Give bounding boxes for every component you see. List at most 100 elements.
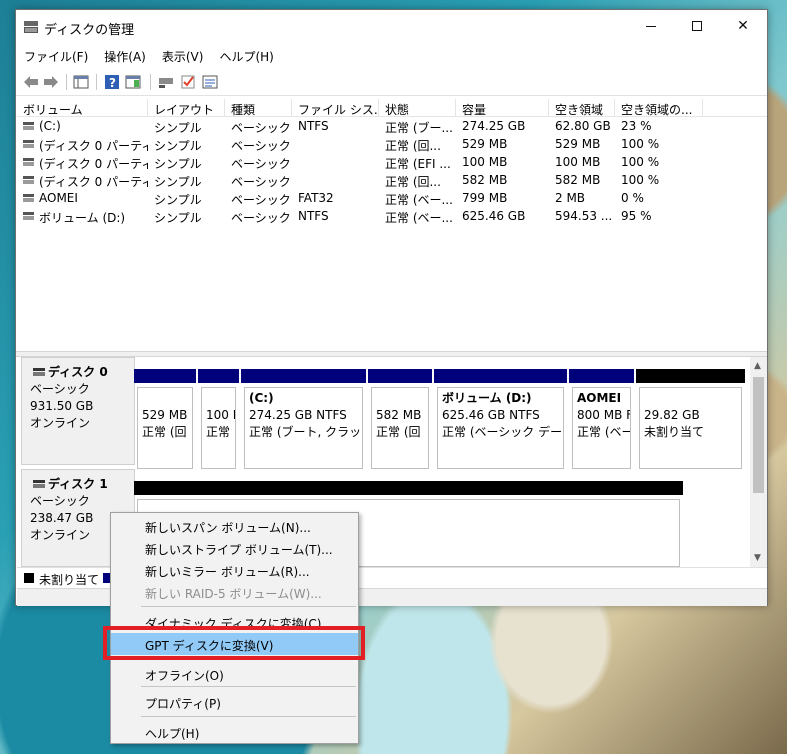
context-menu-item[interactable]: 新しいストライプ ボリューム(T)... bbox=[111, 537, 358, 559]
column-header-free-space[interactable]: 空き領域 bbox=[549, 99, 615, 117]
volume-cell: 62.80 GB bbox=[555, 119, 611, 133]
volume-cell: 100 MB bbox=[555, 155, 601, 169]
disk-0-partition[interactable]: (C:) 274.25 GB NTFS 正常 (ブート, クラッシュ bbox=[241, 369, 366, 469]
volume-cell: シンプル bbox=[154, 139, 202, 153]
connect-icon[interactable] bbox=[157, 73, 175, 91]
volume-row[interactable]: (ディスク 0 パーティ... シンプル ベーシック 正常 (EFI ... 100 M… bbox=[17, 154, 767, 172]
disk-0-partition[interactable]: 529 MB 正常 (回 bbox=[134, 369, 196, 469]
scroll-down-icon[interactable]: ▼ bbox=[754, 553, 761, 563]
volume-cell: 正常 (回... bbox=[385, 175, 441, 189]
column-header-capacity[interactable]: 容量 bbox=[456, 99, 549, 117]
disk-size: 931.50 GB bbox=[30, 399, 94, 413]
menu-help[interactable]: ヘルプ(H) bbox=[211, 44, 281, 66]
context-menu-separator bbox=[141, 686, 356, 687]
volume-cell: 100 MB bbox=[462, 155, 508, 169]
partition-body: ボリューム (D:) 625.46 GB NTFS 正常 (ベーシック データ bbox=[437, 387, 564, 469]
partition-body: (C:) 274.25 GB NTFS 正常 (ブート, クラッシュ bbox=[244, 387, 363, 469]
forward-arrow-icon[interactable] bbox=[42, 73, 60, 91]
toolbar-separator bbox=[96, 74, 97, 90]
partition-size: 29.82 GB bbox=[644, 408, 700, 422]
scrollbar-thumb[interactable] bbox=[753, 377, 764, 493]
context-menu-separator bbox=[141, 606, 356, 607]
context-menu-item[interactable]: オフライン(O) bbox=[111, 663, 358, 685]
disk-0-label[interactable]: ディスク 0 ベーシック 931.50 GB オンライン bbox=[21, 357, 135, 465]
partition-size: 800 MB F bbox=[577, 408, 631, 422]
volume-cell: 正常 (回... bbox=[385, 139, 441, 153]
partition-title: ボリューム (D:) bbox=[442, 391, 532, 405]
column-header-free-percent[interactable]: 空き領域の... bbox=[615, 99, 703, 117]
menu-action[interactable]: 操作(A) bbox=[96, 44, 154, 66]
volume-cell: ベーシック bbox=[231, 211, 291, 225]
column-header-status[interactable]: 状態 bbox=[379, 99, 456, 117]
disk-0-partition[interactable]: 29.82 GB 未割り当て bbox=[636, 369, 745, 469]
scroll-up-icon[interactable]: ▲ bbox=[754, 361, 761, 371]
maximize-button[interactable] bbox=[674, 10, 720, 42]
console-tree-icon[interactable] bbox=[72, 73, 90, 91]
partition-bar bbox=[434, 369, 567, 383]
context-menu-item[interactable]: 新しいミラー ボリューム(R)... bbox=[111, 559, 358, 581]
column-header-volume[interactable]: ボリューム bbox=[17, 99, 148, 117]
close-button[interactable]: ✕ bbox=[720, 10, 766, 42]
maximize-icon bbox=[692, 21, 702, 31]
volume-cell: 正常 (ブー... bbox=[385, 121, 453, 135]
context-menu-item[interactable]: 新しいスパン ボリューム(N)... bbox=[111, 515, 358, 537]
disk-0-partition[interactable]: 100 M 正常 bbox=[198, 369, 239, 469]
volume-cell: ベーシック bbox=[231, 139, 291, 153]
menu-view[interactable]: 表示(V) bbox=[154, 44, 212, 66]
volume-cell: 23 % bbox=[621, 119, 652, 133]
partition-status: 正常 (ベー bbox=[577, 425, 631, 439]
partition-bar bbox=[368, 369, 432, 383]
disk-0-partition[interactable]: 582 MB 正常 (回 bbox=[368, 369, 432, 469]
partition-title: (C:) bbox=[249, 391, 274, 405]
volume-cell: 582 MB bbox=[555, 173, 601, 187]
minimize-button[interactable] bbox=[628, 10, 674, 42]
volume-cell: シンプル bbox=[154, 121, 202, 135]
column-header-type[interactable]: 種類 bbox=[225, 99, 292, 117]
volume-row[interactable]: (ディスク 0 パーティ... シンプル ベーシック 正常 (回... 529 MB 52… bbox=[17, 136, 767, 154]
partition-size: 625.46 GB NTFS bbox=[442, 408, 540, 422]
menu-file[interactable]: ファイル(F) bbox=[16, 44, 96, 66]
back-arrow-icon[interactable] bbox=[22, 73, 40, 91]
volume-cell: シンプル bbox=[154, 175, 202, 189]
volume-cell: ボリューム (D:) bbox=[39, 211, 126, 225]
partition-size: 100 M bbox=[206, 408, 235, 422]
column-header-layout[interactable]: レイアウト bbox=[148, 99, 225, 117]
partition-body: 582 MB 正常 (回 bbox=[371, 387, 429, 469]
svg-text:?: ? bbox=[109, 76, 116, 90]
volume-row[interactable]: (C:) シンプル ベーシック NTFS 正常 (ブー... 274.25 GB 62.80… bbox=[17, 118, 767, 136]
partition-bar bbox=[198, 369, 239, 383]
disk-0-partition[interactable]: ボリューム (D:) 625.46 GB NTFS 正常 (ベーシック データ bbox=[434, 369, 567, 469]
partition-size: 529 MB bbox=[142, 408, 188, 422]
volume-row[interactable]: (ディスク 0 パーティ... シンプル ベーシック 正常 (回... 582 MB 58… bbox=[17, 172, 767, 190]
volume-cell: NTFS bbox=[298, 209, 329, 223]
volume-cell: 625.46 GB bbox=[462, 209, 526, 223]
context-menu-separator bbox=[141, 716, 356, 717]
partition-title bbox=[644, 390, 737, 407]
volume-row[interactable]: ボリューム (D:) シンプル ベーシック NTFS 正常 (ベー... 625.46 G… bbox=[17, 208, 767, 226]
volume-cell: 799 MB bbox=[462, 191, 508, 205]
title-bar[interactable]: ディスクの管理 ✕ bbox=[16, 10, 767, 44]
partition-bar bbox=[241, 369, 366, 383]
check-icon[interactable] bbox=[179, 73, 197, 91]
help-icon[interactable]: ? bbox=[103, 73, 121, 91]
action-pane-icon[interactable] bbox=[124, 73, 142, 91]
vertical-scrollbar[interactable]: ▲ ▼ bbox=[750, 357, 767, 567]
volume-icon bbox=[23, 122, 34, 130]
volume-icon bbox=[23, 212, 34, 220]
volume-cell: 529 MB bbox=[462, 137, 508, 151]
context-menu-item[interactable]: プロパティ(P) bbox=[111, 691, 358, 713]
partition-bar bbox=[569, 369, 634, 383]
volume-cell: 2 MB bbox=[555, 191, 586, 205]
partition-title bbox=[142, 390, 188, 407]
close-icon: ✕ bbox=[737, 18, 749, 34]
column-header-filesystem[interactable]: ファイル シス... bbox=[292, 99, 379, 117]
context-menu-item[interactable]: ヘルプ(H) bbox=[111, 721, 358, 743]
partition-status: 未割り当て bbox=[644, 425, 705, 439]
partition-size: 582 MB bbox=[376, 408, 422, 422]
volume-list: ボリューム レイアウト 種類 ファイル シス... 状態 容量 空き領域 空き領… bbox=[17, 99, 767, 351]
properties-icon[interactable] bbox=[201, 73, 219, 91]
menu-bar: ファイル(F) 操作(A) 表示(V) ヘルプ(H) bbox=[16, 44, 767, 66]
disk-0-partition[interactable]: AOMEI 800 MB F 正常 (ベー bbox=[569, 369, 634, 469]
volume-row[interactable]: AOMEI シンプル ベーシック FAT32 正常 (ベー... 799 MB 2 MB 0 … bbox=[17, 190, 767, 208]
volume-cell: 95 % bbox=[621, 209, 652, 223]
